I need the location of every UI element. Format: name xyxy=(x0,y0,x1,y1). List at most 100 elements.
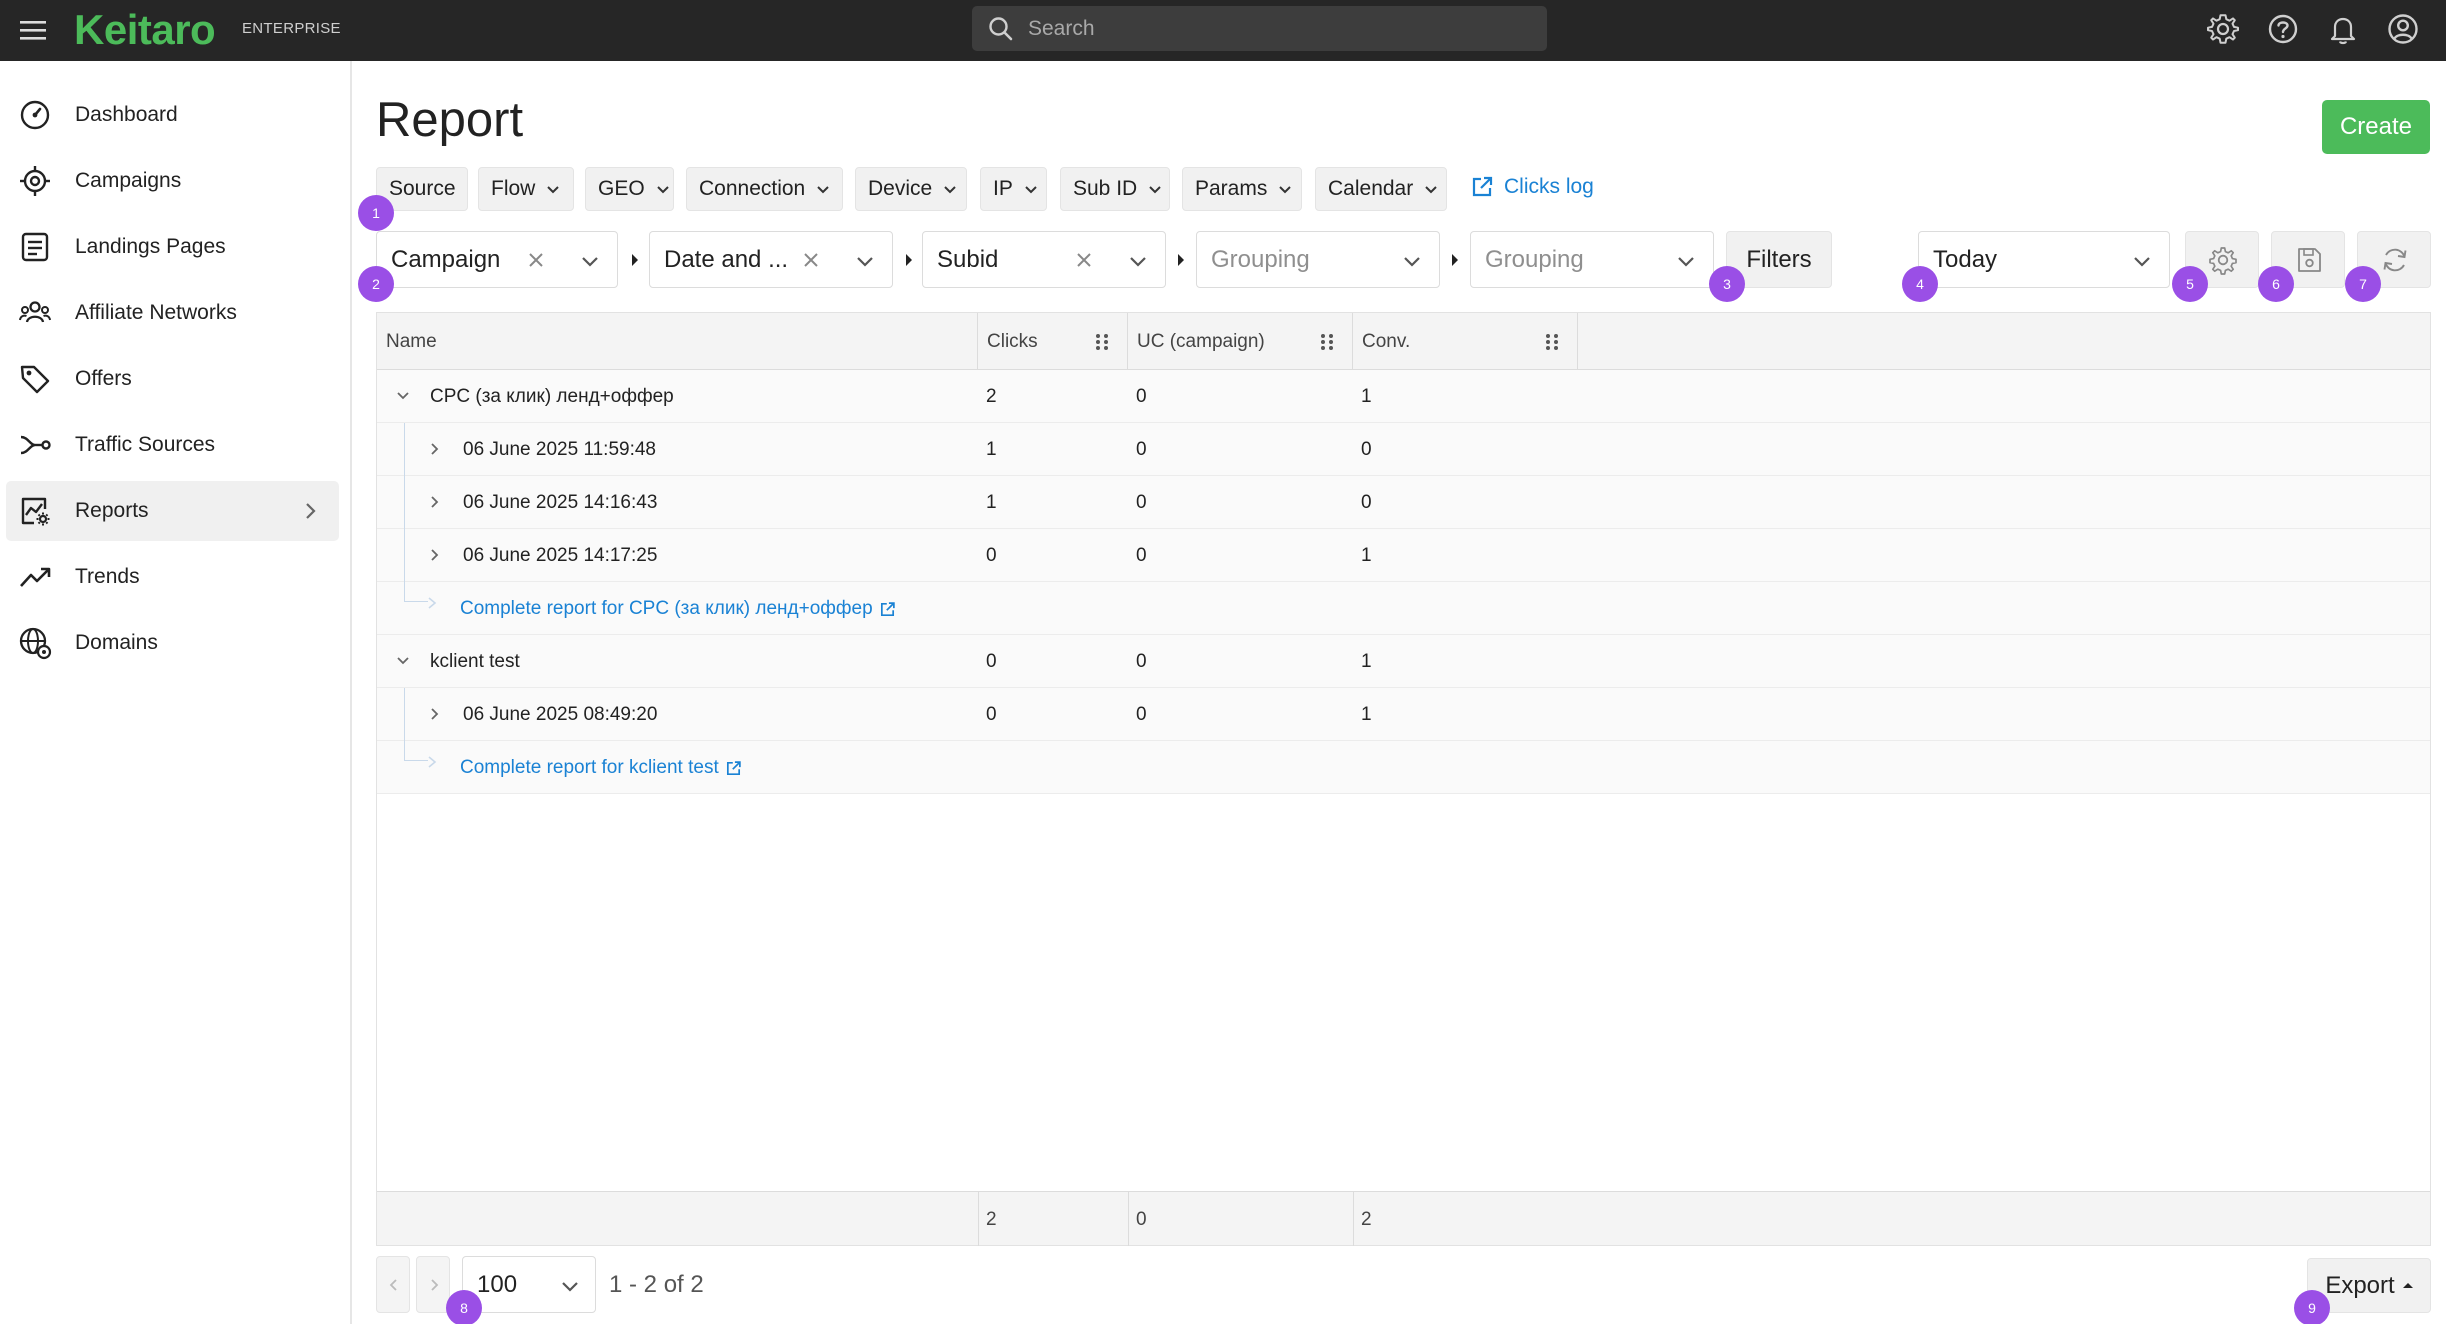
chevron-down-icon xyxy=(857,257,873,267)
clicks-log-link[interactable]: Clicks log xyxy=(1470,175,1594,199)
cell-uc: 0 xyxy=(1136,704,1147,725)
top-bar: Keitaro ENTERPRISE xyxy=(0,0,2446,61)
quick-group-params[interactable]: Params xyxy=(1182,167,1302,211)
drag-handle-icon[interactable] xyxy=(1543,332,1561,352)
sidebar-item-reports[interactable]: Reports xyxy=(6,481,339,541)
column-header-name[interactable]: Name xyxy=(377,313,978,370)
column-label: UC (campaign) xyxy=(1137,330,1265,352)
save-floppy-icon xyxy=(2298,248,2321,272)
table-row[interactable]: 06 June 2025 08:49:20 0 0 1 xyxy=(377,688,2430,741)
cell-clicks: 1 xyxy=(986,492,997,513)
clear-x-icon[interactable] xyxy=(525,249,547,271)
quick-group-ip[interactable]: IP xyxy=(980,167,1047,211)
sidebar-item-affiliate-networks[interactable]: Affiliate Networks xyxy=(6,283,339,343)
sidebar-item-label: Traffic Sources xyxy=(75,433,216,456)
table-row[interactable]: 06 June 2025 11:59:48 1 0 0 xyxy=(377,423,2430,476)
create-button[interactable]: Create xyxy=(2322,100,2430,154)
grouping-separator xyxy=(1178,254,1184,266)
grouping-select-1[interactable]: Campaign xyxy=(376,231,618,288)
cell-clicks: 2 xyxy=(986,386,997,407)
cell-uc: 0 xyxy=(1136,492,1147,513)
page-title: Report xyxy=(376,93,524,147)
column-header-clicks[interactable]: Clicks xyxy=(978,313,1128,370)
grouping-select-2[interactable]: Date and ... xyxy=(649,231,893,288)
sidebar-item-campaigns[interactable]: Campaigns xyxy=(6,151,339,211)
clear-x-icon[interactable] xyxy=(1073,249,1095,271)
notifications-bell-icon[interactable] xyxy=(2326,12,2360,46)
period-select[interactable]: Today xyxy=(1918,231,2170,288)
menu-icon[interactable] xyxy=(16,13,50,47)
grouping-separator xyxy=(906,254,912,266)
sidebar-item-offers[interactable]: Offers xyxy=(6,349,339,409)
complete-report-link[interactable]: Complete report for kclient test xyxy=(460,757,742,779)
sidebar-item-trends[interactable]: Trends xyxy=(6,547,339,607)
sidebar-item-landings[interactable]: Landings Pages xyxy=(6,217,339,277)
quick-group-sub-id[interactable]: Sub ID xyxy=(1060,167,1170,211)
chevron-down-icon xyxy=(1425,186,1437,194)
drag-handle-icon[interactable] xyxy=(1093,332,1111,352)
table-row[interactable]: 06 June 2025 14:16:43 1 0 0 xyxy=(377,476,2430,529)
sidebar-item-label: Offers xyxy=(75,367,132,390)
table-row-group[interactable]: kclient test 0 0 1 xyxy=(377,635,2430,688)
chevron-down-icon xyxy=(1025,186,1037,194)
per-page-value: 100 xyxy=(477,1271,518,1298)
grouping-select-5[interactable]: Grouping xyxy=(1470,231,1714,288)
sidebar-item-label: Affiliate Networks xyxy=(75,301,237,324)
cell-clicks: 1 xyxy=(986,439,997,460)
table-row-group[interactable]: CPC (за клик) ленд+оффер 2 0 1 xyxy=(377,370,2430,423)
chevron-right-icon[interactable] xyxy=(425,492,445,512)
table-header: Name Clicks UC (campaign) Conv. xyxy=(377,313,2430,370)
pagination-info: 1 - 2 of 2 xyxy=(609,1271,704,1298)
sidebar-item-dashboard[interactable]: Dashboard xyxy=(6,85,339,145)
chevron-down-icon[interactable] xyxy=(393,651,413,671)
quick-group-connection[interactable]: Connection xyxy=(686,167,843,211)
chevron-down-icon xyxy=(562,1282,578,1292)
quick-group-label: GEO xyxy=(598,177,645,200)
quick-group-label: Connection xyxy=(699,177,806,200)
external-link-icon xyxy=(726,760,741,775)
grouping-select-4[interactable]: Grouping xyxy=(1196,231,1440,288)
quick-group-flow[interactable]: Flow xyxy=(478,167,574,211)
user-account-icon[interactable] xyxy=(2386,12,2420,46)
table-row-report-link: Complete report for kclient test xyxy=(377,741,2430,794)
report-table: Name Clicks UC (campaign) Conv. CPC (за … xyxy=(376,312,2431,1246)
chevron-down-icon xyxy=(1279,186,1292,194)
row-name: 06 June 2025 14:16:43 xyxy=(463,492,658,513)
search-input[interactable] xyxy=(1028,16,1508,41)
sidebar-item-label: Landings Pages xyxy=(75,235,226,258)
table-row[interactable]: 06 June 2025 14:17:25 0 0 1 xyxy=(377,529,2430,582)
chevron-right-icon[interactable] xyxy=(425,439,445,459)
next-page-button[interactable] xyxy=(416,1256,450,1313)
quick-group-device[interactable]: Device xyxy=(855,167,967,211)
refresh-icon xyxy=(2383,248,2407,272)
quick-group-calendar[interactable]: Calendar xyxy=(1315,167,1447,211)
brand-logo[interactable]: Keitaro xyxy=(74,6,216,54)
complete-report-link[interactable]: Complete report for CPC (за клик) ленд+о… xyxy=(460,598,896,620)
column-header-conv[interactable]: Conv. xyxy=(1353,313,1578,370)
quick-group-geo[interactable]: GEO xyxy=(585,167,674,211)
chevron-down-icon xyxy=(1149,186,1161,194)
chevron-right-icon[interactable] xyxy=(425,704,445,724)
sidebar-item-domains[interactable]: Domains xyxy=(6,613,339,673)
clear-x-icon[interactable] xyxy=(800,249,822,271)
sidebar-item-traffic-sources[interactable]: Traffic Sources xyxy=(6,415,339,475)
column-header-uc-campaign[interactable]: UC (campaign) xyxy=(1128,313,1353,370)
grouping-placeholder: Grouping xyxy=(1485,246,1584,273)
search-box[interactable] xyxy=(972,6,1547,51)
grouping-select-3[interactable]: Subid xyxy=(922,231,1166,288)
table-totals-row: 2 0 2 xyxy=(377,1191,2430,1246)
search-icon xyxy=(989,16,1013,40)
settings-gear-icon[interactable] xyxy=(2206,12,2240,46)
prev-page-button[interactable] xyxy=(376,1256,410,1313)
quick-group-label: Params xyxy=(1195,177,1268,200)
per-page-select[interactable]: 100 xyxy=(462,1256,596,1313)
tree-arrow-icon xyxy=(428,756,437,768)
edition-label: ENTERPRISE xyxy=(242,20,341,37)
campaigns-icon xyxy=(20,166,50,196)
chevron-right-icon[interactable] xyxy=(425,545,445,565)
help-icon[interactable] xyxy=(2266,12,2300,46)
chevron-down-icon[interactable] xyxy=(393,386,413,406)
drag-handle-icon[interactable] xyxy=(1318,332,1336,352)
column-label: Conv. xyxy=(1362,330,1411,352)
tree-arrow-icon xyxy=(428,597,437,609)
